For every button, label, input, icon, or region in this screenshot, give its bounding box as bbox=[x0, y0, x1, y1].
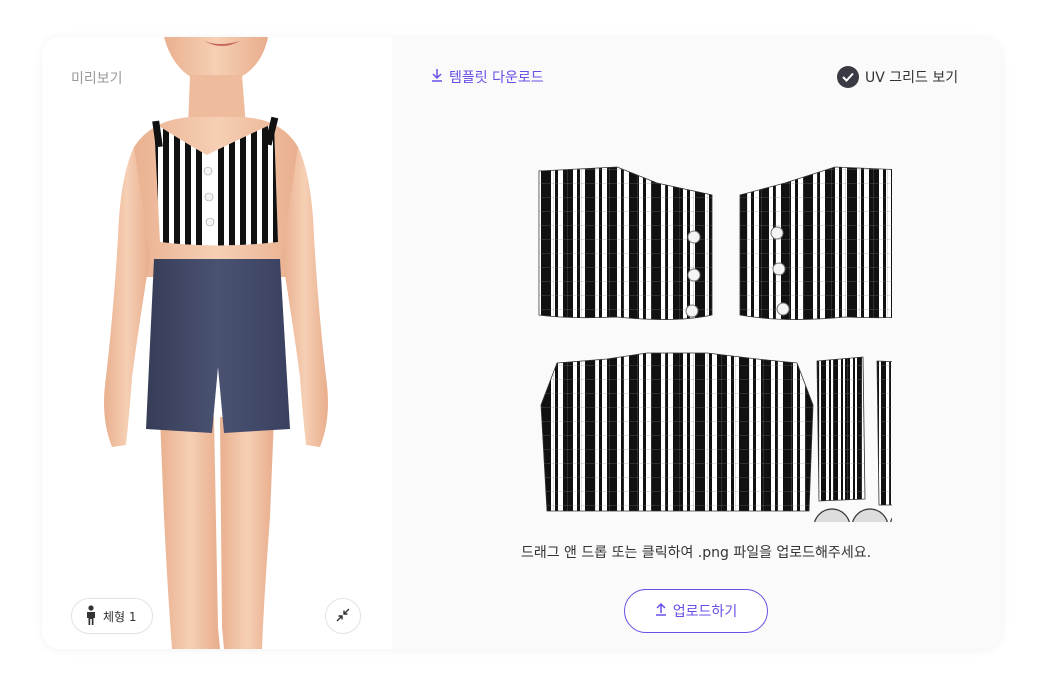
uv-grid-toggle[interactable]: UV 그리드 보기 bbox=[837, 66, 958, 88]
person-icon bbox=[85, 604, 97, 628]
upload-label: 업로드하기 bbox=[672, 604, 738, 620]
download-icon bbox=[431, 68, 443, 86]
uv-grid-label: UV 그리드 보기 bbox=[865, 70, 959, 86]
collapse-arrows-icon bbox=[336, 607, 350, 626]
body-type-button[interactable]: 체형 1 bbox=[71, 598, 153, 634]
preview-title: 미리보기 bbox=[71, 71, 123, 87]
download-label: 템플릿 다운로드 bbox=[449, 70, 544, 86]
upload-icon bbox=[655, 602, 667, 620]
preview-panel: 미리보기 체형 1 bbox=[42, 37, 392, 649]
upload-button[interactable]: 업로드하기 bbox=[624, 589, 768, 633]
uv-template-image[interactable] bbox=[497, 127, 892, 522]
collapse-preview-button[interactable] bbox=[325, 598, 361, 634]
avatar-3d-preview[interactable] bbox=[42, 37, 392, 649]
template-download-link[interactable]: 템플릿 다운로드 bbox=[431, 67, 544, 87]
check-icon[interactable] bbox=[837, 66, 859, 88]
item-editor-card: 미리보기 체형 1 템플릿 다운로드 UV 그리드 보기 드래그 앤 드롭 또는… bbox=[42, 37, 1002, 649]
body-type-label: 체형 1 bbox=[103, 609, 137, 624]
upload-hint-text: 드래그 앤 드롭 또는 클릭하여 .png 파일을 업로드해주세요. bbox=[520, 545, 872, 561]
